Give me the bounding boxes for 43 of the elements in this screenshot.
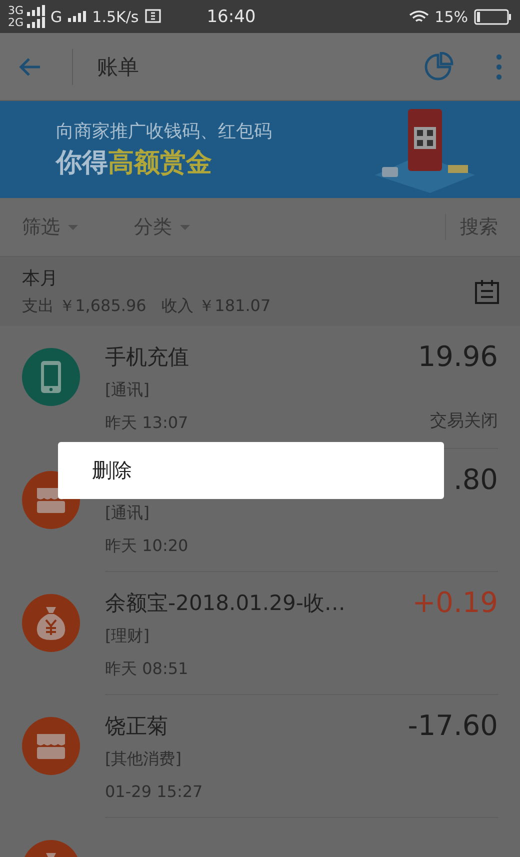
transaction-time: 昨天 10:20 xyxy=(105,536,190,557)
notification-icon xyxy=(144,9,161,24)
delete-menu-item[interactable]: 删除 xyxy=(58,442,444,499)
transaction-time: 昨天 08:51 xyxy=(105,659,190,680)
transaction-amount: -17.60 xyxy=(408,709,498,743)
transaction-amount: +0.19 xyxy=(412,586,498,620)
transaction-category: [其他消费] xyxy=(105,749,182,770)
network-label: 2G xyxy=(8,16,24,28)
network-label: G xyxy=(50,8,62,26)
signal-icon xyxy=(26,17,45,28)
shop-icon xyxy=(34,732,68,760)
more-icon[interactable] xyxy=(496,54,502,80)
transaction-status: 交易关闭 xyxy=(430,410,498,432)
transaction-title: 饶正菊 xyxy=(105,713,169,740)
calendar-icon[interactable] xyxy=(474,278,500,304)
signal-icon xyxy=(26,5,45,16)
transaction-title: 手机充值 xyxy=(105,344,190,371)
caret-icon xyxy=(180,224,190,230)
back-arrow-icon[interactable] xyxy=(18,56,42,76)
promo-banner[interactable]: 向商家推广收钱码、红包码 你得高额赏金 xyxy=(0,101,520,198)
transaction-title: 余额宝-2018.01.29-收… xyxy=(105,590,346,617)
caret-icon xyxy=(68,224,78,230)
signal-icon xyxy=(68,11,86,22)
transaction-category: [理财] xyxy=(105,626,150,647)
network-speed: 1.5K/s xyxy=(92,8,139,26)
pie-chart-icon[interactable] xyxy=(424,52,454,82)
transaction-category: [通讯] xyxy=(105,503,150,524)
money-bag-icon xyxy=(35,605,67,641)
battery-percent: 15% xyxy=(434,8,468,26)
month-title: 本月 xyxy=(22,267,59,290)
transaction-amount: 19.96 xyxy=(418,340,498,374)
clock: 16:40 xyxy=(206,6,257,26)
battery-icon xyxy=(474,8,512,24)
transaction-time: 昨天 13:07 xyxy=(105,413,190,434)
transaction-amount: .80 xyxy=(453,463,498,497)
transaction-category: [通讯] xyxy=(105,380,150,401)
phone-icon xyxy=(40,360,62,394)
wifi-icon xyxy=(408,10,429,24)
banner-subtitle: 向商家推广收钱码、红包码 xyxy=(56,120,272,143)
transaction-time: 01-29 15:27 xyxy=(105,782,204,801)
banner-headline: 你得高额赏金 xyxy=(56,147,213,180)
network-label: 3G xyxy=(8,4,24,16)
page-title: 账单 xyxy=(72,48,424,84)
